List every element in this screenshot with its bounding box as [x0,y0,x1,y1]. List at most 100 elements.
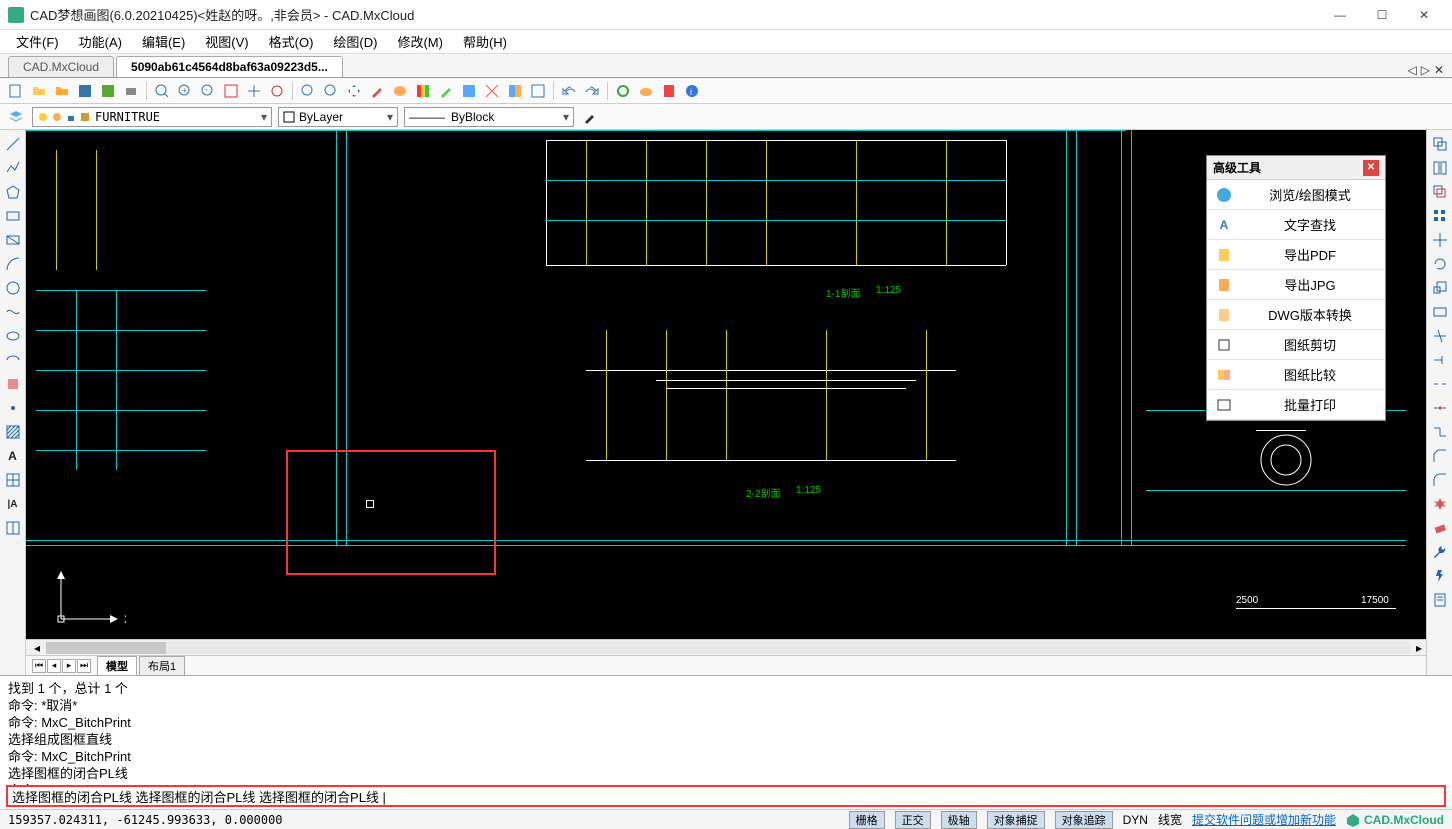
tab-model[interactable]: 模型 [97,656,137,676]
close-button[interactable]: ✕ [1404,1,1444,29]
block-tool-icon[interactable] [3,374,23,394]
zoom-window-icon[interactable] [152,81,172,101]
panel-item-browse[interactable]: 浏览/绘图模式 [1207,180,1385,210]
export-icon[interactable] [528,81,548,101]
table-tool-icon[interactable] [3,470,23,490]
break-tool-icon[interactable] [1430,374,1450,394]
pen-icon[interactable] [367,81,387,101]
layout-last-icon[interactable]: ⏭ [77,659,91,673]
color-dropdown[interactable]: ByLayer ▾ [278,107,398,127]
ellipse-arc-tool-icon[interactable] [3,350,23,370]
layout-prev-icon[interactable]: ◂ [47,659,61,673]
doc-tab-current[interactable]: 5090ab61c4564d8baf63a09223d5... [116,56,343,77]
zoom-all-icon[interactable] [321,81,341,101]
fillet-tool-icon[interactable] [1430,470,1450,490]
erase-tool-icon[interactable] [1430,518,1450,538]
saveas-icon[interactable] [98,81,118,101]
align-tool-icon[interactable] [3,518,23,538]
scale-tool-icon[interactable] [1430,278,1450,298]
drawing-canvas[interactable]: 1-1剖面 1:125 2-2剖面 1:125 [26,130,1426,639]
pdf-icon[interactable] [659,81,679,101]
panel-item-batchprint[interactable]: 批量打印 [1207,390,1385,420]
hatch-tool-icon[interactable] [3,422,23,442]
linetype-dropdown[interactable]: ——— ByBlock ▾ [404,107,574,127]
layout-next-icon[interactable]: ▸ [62,659,76,673]
wrench-tool-icon[interactable] [1430,542,1450,562]
minimize-button[interactable]: — [1320,1,1360,29]
copy-tool-icon[interactable] [1430,134,1450,154]
print-icon[interactable] [121,81,141,101]
zoom-out-icon[interactable]: - [198,81,218,101]
toggle-osnap[interactable]: 对象捕捉 [987,811,1045,829]
compare-icon[interactable] [505,81,525,101]
toggle-otrack[interactable]: 对象追踪 [1055,811,1113,829]
point-tool-icon[interactable] [3,398,23,418]
rotate-tool-icon[interactable] [1430,254,1450,274]
layer-dropdown[interactable]: FURNITRUE ▾ [32,107,272,127]
panel-header[interactable]: 高级工具 ✕ [1207,156,1385,180]
panel-item-exportjpg[interactable]: 导出JPG [1207,270,1385,300]
undo-icon[interactable] [559,81,579,101]
ellipse-tool-icon[interactable] [3,326,23,346]
toggle-ortho[interactable]: 正交 [895,811,931,829]
toggle-lineweight[interactable]: 线宽 [1158,811,1182,828]
trim-tool-icon[interactable] [1430,326,1450,346]
circle-tool-icon[interactable] [3,278,23,298]
join-tool-icon[interactable] [1430,422,1450,442]
layout-first-icon[interactable]: ⏮ [32,659,46,673]
spline-tool-icon[interactable] [3,302,23,322]
mirror-tool-icon[interactable] [1430,158,1450,178]
feedback-link[interactable]: 提交软件问题或增加新功能 [1192,811,1336,828]
zoom-in-icon[interactable]: + [175,81,195,101]
layer-manager-icon[interactable] [6,107,26,127]
polygon-tool-icon[interactable] [3,182,23,202]
highlight-icon[interactable] [436,81,456,101]
maximize-button[interactable]: ☐ [1362,1,1402,29]
panel-item-crop[interactable]: 图纸剪切 [1207,330,1385,360]
extend-tool-icon[interactable] [1430,350,1450,370]
horizontal-scrollbar[interactable]: ◂ ▸ [26,639,1426,655]
command-history[interactable]: 找到 1 个，总计 1 个 命令: *取消* 命令: MxC_BitchPrin… [0,675,1452,785]
menu-modify[interactable]: 修改(M) [389,30,451,53]
menu-format[interactable]: 格式(O) [261,30,322,53]
rectangle-tool-icon[interactable] [3,206,23,226]
redo-icon[interactable] [582,81,602,101]
chamfer-tool-icon[interactable] [1430,446,1450,466]
menu-edit[interactable]: 编辑(E) [134,30,193,53]
menu-function[interactable]: 功能(A) [71,30,130,53]
zoom-extents-icon[interactable] [221,81,241,101]
menu-view[interactable]: 视图(V) [197,30,256,53]
tab-prev-icon[interactable]: ◁ [1407,63,1416,77]
panel-item-exportpdf[interactable]: 导出PDF [1207,240,1385,270]
menu-draw[interactable]: 绘图(D) [325,30,385,53]
mtext-tool-icon[interactable]: |A [3,494,23,514]
menu-file[interactable]: 文件(F) [8,30,67,53]
zoom-previous-icon[interactable] [298,81,318,101]
doc-tab-mxcloud[interactable]: CAD.MxCloud [8,56,114,77]
panel-item-textfind[interactable]: A文字查找 [1207,210,1385,240]
array-tool-icon[interactable] [1430,206,1450,226]
line-tool-icon[interactable] [3,134,23,154]
tab-next-icon[interactable]: ▷ [1421,63,1430,77]
help-icon[interactable]: i [682,81,702,101]
save-icon[interactable] [75,81,95,101]
properties-tool-icon[interactable] [1430,590,1450,610]
cloud-icon[interactable] [636,81,656,101]
tab-layout1[interactable]: 布局1 [139,656,185,676]
brush-icon[interactable] [580,107,600,127]
zoom-realtime-icon[interactable] [267,81,287,101]
bolt-tool-icon[interactable] [1430,566,1450,586]
panel-item-dwgconvert[interactable]: DWG版本转换 [1207,300,1385,330]
polyline-tool-icon[interactable] [3,158,23,178]
toggle-dyn[interactable]: DYN [1123,813,1148,827]
move-icon[interactable] [344,81,364,101]
text-tool-icon[interactable]: A [3,446,23,466]
palette-icon[interactable] [390,81,410,101]
image-icon[interactable] [459,81,479,101]
command-input[interactable]: 选择图框的闭合PL线 选择图框的闭合PL线 选择图框的闭合PL线 | [6,785,1446,807]
stretch-tool-icon[interactable] [1430,302,1450,322]
region-tool-icon[interactable] [3,230,23,250]
refresh-icon[interactable] [613,81,633,101]
move-tool-icon[interactable] [1430,230,1450,250]
panel-item-compare[interactable]: 图纸比较 [1207,360,1385,390]
